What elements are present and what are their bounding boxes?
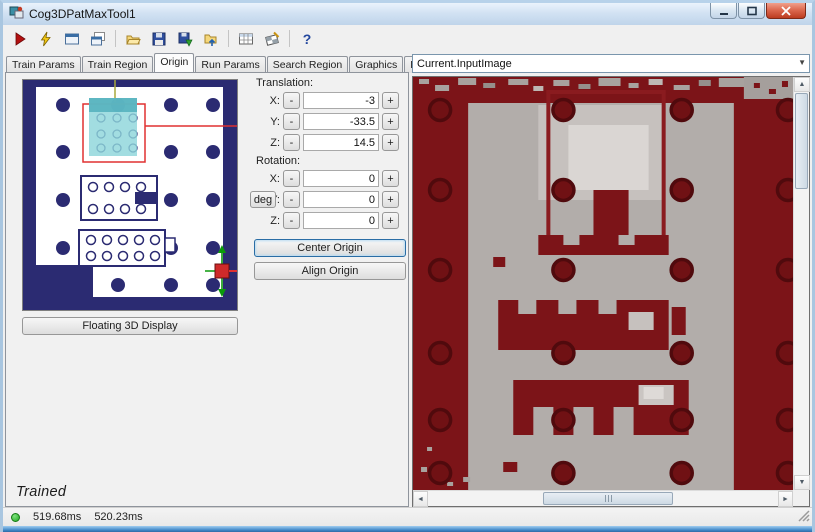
run-icon[interactable]: [8, 28, 32, 50]
rotation-z-minus-button[interactable]: -: [283, 212, 300, 229]
translation-z-row: Z: - +: [254, 134, 406, 151]
tab-origin[interactable]: Origin: [154, 53, 195, 72]
vertical-scrollbar[interactable]: ▲ ▼: [793, 77, 810, 490]
run-time: 519.68ms: [33, 511, 82, 523]
tab-strip: Train Params Train Region Origin Run Par…: [5, 53, 452, 73]
rotation-y-plus-button[interactable]: +: [382, 191, 399, 208]
rotation-label: Rotation:: [256, 155, 301, 167]
train-image-3d-view[interactable]: [22, 79, 238, 311]
rotation-x-label: X:: [269, 172, 280, 185]
rotation-z-plus-button[interactable]: +: [382, 212, 399, 229]
rotation-x-plus-button[interactable]: +: [382, 170, 399, 187]
translation-y-row: Y: - +: [254, 113, 406, 130]
translation-y-label: Y:: [270, 115, 280, 128]
input-image-display: ▲ ▼ ◄ ►: [412, 76, 810, 507]
toolbar: ?: [3, 25, 812, 52]
app-window: Cog3DPatMaxTool1 ? Train Params Train Re…: [0, 0, 815, 532]
left-pane: Train Params Train Region Origin Run Par…: [5, 53, 452, 507]
toolbar-separator: [289, 30, 290, 47]
image-selector-value: Current.InputImage: [417, 57, 512, 70]
vertical-scroll-thumb[interactable]: [795, 93, 808, 189]
tab-run-params[interactable]: Run Params: [195, 56, 266, 73]
translation-y-plus-button[interactable]: +: [382, 113, 399, 130]
show-display-icon[interactable]: [60, 28, 84, 50]
translation-z-minus-button[interactable]: -: [283, 134, 300, 151]
resize-grip-icon[interactable]: [797, 509, 810, 525]
help-icon[interactable]: ?: [295, 28, 319, 50]
floating-3d-display-button[interactable]: Floating 3D Display: [22, 317, 238, 335]
deg-button[interactable]: deg: [250, 191, 276, 208]
tab-train-region[interactable]: Train Region: [81, 56, 154, 73]
open-file-icon[interactable]: [121, 28, 145, 50]
scroll-down-button[interactable]: ▼: [794, 475, 810, 490]
translation-x-minus-button[interactable]: -: [283, 92, 300, 109]
brick-middle: [80, 175, 158, 221]
scroll-right-button[interactable]: ►: [778, 491, 793, 507]
translation-y-input[interactable]: [303, 113, 379, 130]
translation-x-plus-button[interactable]: +: [382, 92, 399, 109]
image-selector-dropdown[interactable]: Current.InputImage ▼: [412, 54, 810, 73]
scroll-left-button[interactable]: ◄: [413, 491, 428, 507]
tab-search-region[interactable]: Search Region: [266, 56, 349, 73]
close-button[interactable]: [766, 3, 806, 19]
svg-text:?: ?: [303, 31, 312, 47]
rotation-z-input[interactable]: [303, 212, 379, 229]
calibration-icon[interactable]: [260, 28, 284, 50]
center-origin-button[interactable]: Center Origin: [254, 239, 406, 257]
translation-z-input[interactable]: [303, 134, 379, 151]
titlebar: Cog3DPatMaxTool1: [3, 3, 812, 25]
scrollbar-corner: [793, 490, 809, 506]
translation-label: Translation:: [256, 77, 314, 89]
toolbar-separator: [115, 30, 116, 47]
window-bottom-border: [3, 526, 812, 532]
load-image-icon[interactable]: [199, 28, 223, 50]
translation-z-plus-button[interactable]: +: [382, 134, 399, 151]
rotation-z-label: Z:: [270, 214, 280, 227]
save-file-icon[interactable]: [147, 28, 171, 50]
tab-train-params[interactable]: Train Params: [6, 56, 81, 73]
align-origin-button[interactable]: Align Origin: [254, 262, 406, 280]
translation-y-minus-button[interactable]: -: [283, 113, 300, 130]
translation-x-input[interactable]: [303, 92, 379, 109]
translation-x-row: X: - +: [254, 92, 406, 109]
scroll-up-button[interactable]: ▲: [794, 77, 810, 92]
results-table-icon[interactable]: [234, 28, 258, 50]
rotation-x-row: X: - +: [254, 170, 406, 187]
rotation-x-input[interactable]: [303, 170, 379, 187]
origin-tab-page: Floating 3D Display Translation: X: - + …: [5, 72, 409, 507]
rotation-y-minus-button[interactable]: -: [283, 191, 300, 208]
translation-x-label: X:: [269, 94, 280, 107]
window-title: Cog3DPatMaxTool1: [29, 7, 136, 21]
tab-graphics[interactable]: Graphics: [349, 56, 404, 73]
app-icon: [9, 5, 24, 23]
maximize-button[interactable]: [738, 3, 765, 19]
chevron-down-icon: ▼: [798, 58, 806, 67]
float-display-icon[interactable]: [86, 28, 110, 50]
total-time: 520.23ms: [94, 511, 143, 523]
horizontal-scrollbar[interactable]: ◄ ►: [413, 490, 793, 507]
brick-lower: [78, 229, 176, 267]
toolbar-separator: [228, 30, 229, 47]
status-bar: 519.68ms 520.23ms: [3, 507, 812, 526]
rotation-x-minus-button[interactable]: -: [283, 170, 300, 187]
status-ok-icon: [11, 512, 20, 522]
save-image-icon[interactable]: [173, 28, 197, 50]
input-image-view[interactable]: [413, 77, 793, 490]
minimize-button[interactable]: [710, 3, 737, 19]
rotation-y-row: deg Y: - +: [250, 191, 406, 208]
origin-controls: Translation: X: - + Y: - + Z: -: [250, 77, 406, 285]
translation-z-label: Z:: [270, 136, 280, 149]
trained-status: Trained: [16, 484, 67, 500]
rotation-y-input[interactable]: [303, 191, 379, 208]
electric-run-icon[interactable]: [34, 28, 58, 50]
horizontal-scroll-thumb[interactable]: [543, 492, 673, 505]
rotation-z-row: Z: - +: [254, 212, 406, 229]
right-pane: Current.InputImage ▼ ▲ ▼ ◄ ►: [412, 54, 810, 507]
